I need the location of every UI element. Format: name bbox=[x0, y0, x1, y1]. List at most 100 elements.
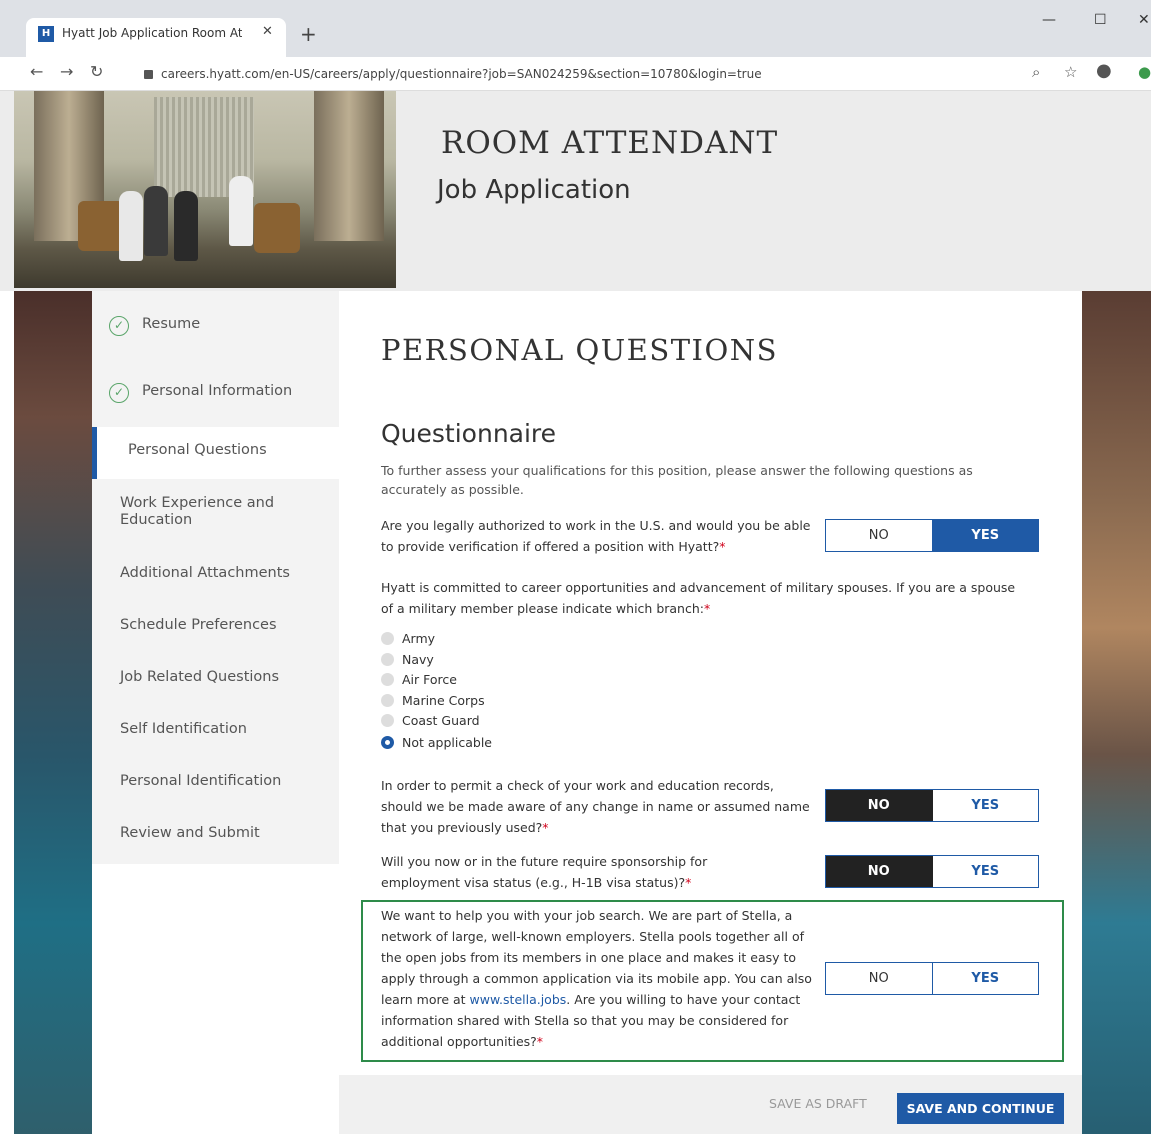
browser-toolbar: ← → ↻ careers.hyatt.com/en-US/careers/ap… bbox=[0, 57, 1151, 91]
sidebar-item-additional-attachments[interactable]: Additional Attachments bbox=[92, 565, 339, 581]
required-marker: * bbox=[536, 1034, 544, 1049]
new-tab-icon[interactable]: + bbox=[300, 22, 317, 46]
visa-sponsorship-no-button[interactable]: NO bbox=[826, 856, 933, 887]
check-circle-icon: ✓ bbox=[109, 383, 129, 403]
question-text: Are you legally authorized to work in th… bbox=[381, 518, 811, 554]
hyatt-favicon-icon: H bbox=[38, 26, 54, 42]
stella-yes-button[interactable]: YES bbox=[932, 963, 1038, 994]
close-tab-icon[interactable]: ✕ bbox=[262, 24, 273, 39]
sidebar-item-schedule-preferences[interactable]: Schedule Preferences bbox=[92, 617, 339, 633]
question-visa-sponsorship: Will you now or in the future require sp… bbox=[381, 851, 781, 893]
work-authorization-yes-button[interactable]: YES bbox=[932, 520, 1038, 551]
page-header: ROOM ATTENDANT Job Application bbox=[0, 91, 1151, 291]
application-steps-sidebar: ✓ Resume ✓ Personal Information Personal… bbox=[92, 291, 339, 864]
question-text: Hyatt is committed to career opportuniti… bbox=[381, 580, 1016, 616]
hero-image bbox=[14, 91, 396, 288]
sidebar-item-personal-questions[interactable]: Personal Questions bbox=[92, 427, 339, 479]
browser-tab-bar: H Hyatt Job Application Room Atte ✕ + — … bbox=[0, 0, 1151, 57]
maximize-icon[interactable]: ☐ bbox=[1094, 12, 1107, 28]
sidebar-item-label: Personal Questions bbox=[128, 442, 267, 458]
radio-label: Army bbox=[402, 631, 436, 646]
profile-icon[interactable]: ● bbox=[1096, 60, 1112, 81]
radio-navy[interactable]: Navy bbox=[381, 652, 434, 667]
work-authorization-toggle: NO YES bbox=[825, 519, 1039, 552]
background-image-right bbox=[1082, 291, 1151, 1134]
extension-icon[interactable]: ● bbox=[1138, 63, 1151, 81]
questionnaire-panel: PERSONAL QUESTIONS Questionnaire To furt… bbox=[339, 291, 1082, 1134]
radio-coast-guard[interactable]: Coast Guard bbox=[381, 713, 480, 728]
tab-title: Hyatt Job Application Room Atte bbox=[62, 26, 242, 40]
sidebar-item-work-experience[interactable]: Work Experience and Education bbox=[92, 495, 292, 529]
work-authorization-no-button[interactable]: NO bbox=[826, 520, 933, 551]
sidebar-item-label: Schedule Preferences bbox=[120, 617, 277, 633]
radio-label: Coast Guard bbox=[402, 713, 480, 728]
sidebar-item-label: Self Identification bbox=[120, 721, 247, 737]
visa-sponsorship-toggle: NO YES bbox=[825, 855, 1039, 888]
save-and-continue-button[interactable]: SAVE AND CONTINUE bbox=[897, 1093, 1064, 1124]
sidebar-item-personal-identification[interactable]: Personal Identification bbox=[92, 773, 339, 789]
minimize-icon[interactable]: — bbox=[1042, 12, 1056, 28]
page: ROOM ATTENDANT Job Application ✓ Resume … bbox=[0, 91, 1151, 1134]
sidebar-item-job-related-questions[interactable]: Job Related Questions bbox=[92, 669, 339, 685]
name-change-no-button[interactable]: NO bbox=[826, 790, 933, 821]
question-text: Will you now or in the future require sp… bbox=[381, 854, 708, 890]
radio-air-force[interactable]: Air Force bbox=[381, 672, 457, 687]
required-marker: * bbox=[719, 539, 726, 554]
sidebar-item-personal-information[interactable]: ✓ Personal Information bbox=[92, 383, 339, 413]
check-circle-icon: ✓ bbox=[109, 316, 129, 336]
question-stella: We want to help you with your job search… bbox=[381, 905, 821, 1052]
save-as-draft-button[interactable]: SAVE AS DRAFT bbox=[769, 1096, 867, 1111]
name-change-toggle: NO YES bbox=[825, 789, 1039, 822]
question-military-spouse: Hyatt is committed to career opportuniti… bbox=[381, 577, 1031, 619]
name-change-yes-button[interactable]: YES bbox=[932, 790, 1038, 821]
radio-marine-corps[interactable]: Marine Corps bbox=[381, 693, 485, 708]
radio-army[interactable]: Army bbox=[381, 631, 435, 646]
sidebar-item-label: Review and Submit bbox=[120, 825, 260, 841]
radio-label: Navy bbox=[402, 652, 434, 667]
bookmark-star-icon[interactable]: ☆ bbox=[1064, 63, 1077, 81]
sidebar-item-label: Job Related Questions bbox=[120, 669, 280, 685]
radio-circle-icon bbox=[381, 714, 394, 727]
radio-label: Air Force bbox=[402, 672, 457, 687]
browser-tab[interactable]: H Hyatt Job Application Room Atte ✕ bbox=[26, 18, 286, 57]
radio-circle-icon bbox=[381, 653, 394, 666]
background-image-left bbox=[14, 291, 92, 1134]
radio-circle-icon bbox=[381, 694, 394, 707]
radio-label: Marine Corps bbox=[402, 693, 485, 708]
intro-text: To further assess your qualifications fo… bbox=[381, 463, 973, 497]
sidebar-item-label: Resume bbox=[142, 316, 201, 332]
zoom-icon[interactable]: ⌕ bbox=[1032, 63, 1040, 81]
sidebar-item-self-identification[interactable]: Self Identification bbox=[92, 721, 339, 737]
question-text: In order to permit a check of your work … bbox=[381, 778, 810, 835]
forward-icon[interactable]: → bbox=[60, 62, 73, 81]
page-title: PERSONAL QUESTIONS bbox=[381, 333, 779, 367]
lock-icon bbox=[144, 70, 153, 79]
job-subtitle: Job Application bbox=[437, 175, 631, 205]
sidebar-item-label: Work Experience and Education bbox=[120, 495, 275, 528]
job-title: ROOM ATTENDANT bbox=[441, 125, 779, 161]
required-marker: * bbox=[685, 875, 692, 890]
sidebar-item-label: Personal Information bbox=[142, 383, 293, 399]
radio-circle-icon bbox=[381, 632, 394, 645]
reload-icon[interactable]: ↻ bbox=[90, 62, 103, 81]
stella-no-button[interactable]: NO bbox=[826, 963, 933, 994]
radio-not-applicable[interactable]: Not applicable bbox=[381, 735, 492, 750]
sidebar-item-resume[interactable]: ✓ Resume bbox=[92, 316, 339, 346]
sidebar-item-label: Additional Attachments bbox=[120, 565, 290, 581]
required-marker: * bbox=[704, 601, 711, 616]
radio-selected-icon bbox=[381, 736, 394, 749]
stella-toggle: NO YES bbox=[825, 962, 1039, 995]
visa-sponsorship-yes-button[interactable]: YES bbox=[932, 856, 1038, 887]
address-bar[interactable]: careers.hyatt.com/en-US/careers/apply/qu… bbox=[130, 61, 1020, 87]
url-text: careers.hyatt.com/en-US/careers/apply/qu… bbox=[161, 67, 762, 81]
radio-circle-icon bbox=[381, 673, 394, 686]
sidebar-item-label: Personal Identification bbox=[120, 773, 282, 789]
back-icon[interactable]: ← bbox=[30, 62, 43, 81]
radio-label: Not applicable bbox=[402, 735, 492, 750]
window-close-icon[interactable]: ✕ bbox=[1138, 12, 1150, 28]
sidebar-item-review-and-submit[interactable]: Review and Submit bbox=[92, 825, 339, 841]
section-heading: Questionnaire bbox=[381, 419, 557, 448]
question-name-change: In order to permit a check of your work … bbox=[381, 775, 811, 838]
required-marker: * bbox=[542, 820, 549, 835]
stella-link[interactable]: www.stella.jobs bbox=[470, 992, 567, 1007]
